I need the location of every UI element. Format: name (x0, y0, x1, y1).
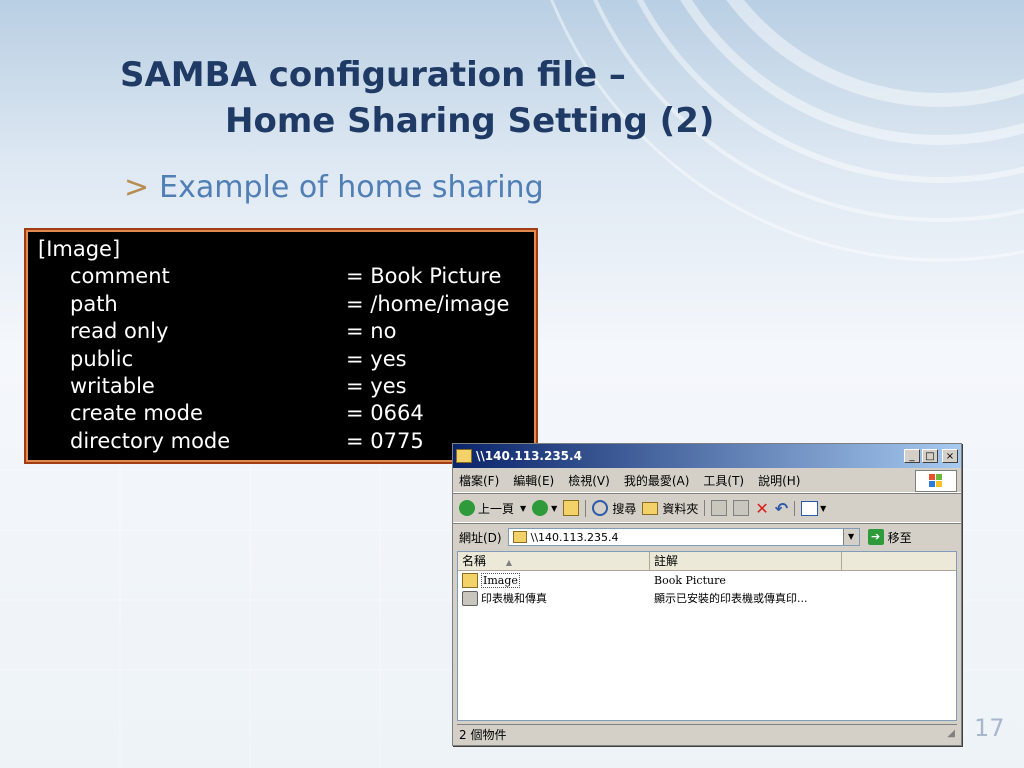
views-dropdown-icon[interactable]: ▼ (820, 504, 826, 513)
status-text: 2 個物件 (459, 728, 507, 742)
code-row: create mode = 0664 (38, 400, 536, 427)
address-value: \\140.113.235.4 (530, 530, 619, 544)
search-icon (592, 500, 609, 516)
code-value: = yes (346, 373, 407, 398)
address-dropdown-icon[interactable]: ▼ (842, 529, 859, 545)
menu-edit[interactable]: 編輯(E) (513, 472, 554, 489)
address-input[interactable]: \\140.113.235.4 ▼ (507, 528, 860, 546)
go-label: 移至 (887, 530, 912, 545)
item-comment: 顯示已安裝的印表機或傳真印... (654, 592, 808, 605)
config-code-block: [Image] comment = Book Picture path = /hom… (24, 228, 538, 464)
item-comment: Book Picture (654, 573, 726, 587)
column-header-name[interactable]: 名稱 ▲ (458, 552, 650, 570)
item-name: 印表機和傳真 (481, 592, 547, 605)
forward-dropdown-icon[interactable]: ▼ (551, 504, 557, 513)
column-header-empty (842, 552, 956, 570)
title-line-1: SAMBA configuration file – (120, 55, 626, 95)
back-dropdown-icon[interactable]: ▼ (520, 504, 526, 513)
menu-file[interactable]: 檔案(F) (459, 472, 499, 489)
menu-view[interactable]: 檢視(V) (568, 472, 610, 489)
address-bar: 網址(D) \\140.113.235.4 ▼ ➔ 移至 (453, 523, 961, 550)
menu-bar: 檔案(F) 編輯(E) 檢視(V) 我的最愛(A) 工具(T) 說明(H) (453, 468, 961, 493)
window-titlebar[interactable]: \\140.113.235.4 _ □ × (453, 444, 961, 468)
resize-grip-icon[interactable]: ◢ (947, 724, 955, 744)
code-value: = no (346, 319, 397, 344)
toolbar: 上一頁 ▼ ▼ 搜尋 資料夾 ✕ ↶ ▼ (453, 493, 961, 523)
column-comment-label: 註解 (654, 554, 679, 568)
back-label: 上一頁 (478, 501, 515, 516)
network-folder-icon (456, 449, 472, 463)
sort-ascending-icon: ▲ (505, 558, 512, 567)
copy-to-icon (733, 500, 750, 516)
undo-button[interactable]: ↶ (775, 499, 788, 518)
code-value: = /home/image (346, 291, 510, 316)
item-name: Image (481, 572, 520, 588)
address-label: 網址(D) (459, 530, 502, 545)
code-key: read only (70, 319, 169, 344)
bullet-item: > Example of home sharing (124, 170, 544, 205)
go-button[interactable]: ➔ 移至 (867, 529, 912, 546)
forward-arrow-icon (532, 500, 549, 516)
list-item[interactable]: 印表機和傳真 顯示已安裝的印表機或傳真印... (458, 589, 956, 607)
address-folder-icon (512, 531, 527, 543)
folder-icon (642, 501, 659, 515)
code-key: directory mode (70, 428, 231, 453)
delete-icon: ✕ (755, 498, 769, 518)
folders-button[interactable]: 資料夾 (642, 500, 698, 517)
code-key: path (70, 291, 118, 316)
code-value: = Book Picture (346, 264, 502, 289)
bullet-text: Example of home sharing (159, 170, 544, 205)
views-icon (801, 500, 819, 516)
search-label: 搜尋 (612, 501, 637, 516)
bullet-marker: > (124, 170, 150, 205)
list-item[interactable]: Image Book Picture (458, 571, 956, 589)
delete-button[interactable]: ✕ (755, 499, 768, 518)
back-arrow-icon (459, 500, 475, 516)
slide-title: SAMBA configuration file – Home Sharing … (120, 52, 714, 144)
explorer-window: \\140.113.235.4 _ □ × 檔案(F) 編輯(E) 檢視(V) … (452, 443, 962, 746)
code-value: = 0664 (346, 401, 424, 426)
windows-logo-icon (915, 470, 957, 492)
page-number: 17 (974, 714, 1005, 742)
code-key: create mode (70, 401, 203, 426)
title-line-2: Home Sharing Setting (2) (225, 101, 715, 141)
minimize-button[interactable]: _ (904, 449, 920, 463)
move-to-icon (711, 500, 728, 516)
code-row: comment = Book Picture (38, 263, 536, 290)
code-key: public (70, 346, 134, 371)
menu-tools[interactable]: 工具(T) (703, 472, 744, 489)
back-button[interactable]: 上一頁 ▼ (459, 500, 526, 517)
forward-button[interactable]: ▼ (532, 500, 557, 516)
code-row: writable = yes (38, 373, 536, 400)
column-name-label: 名稱 (462, 554, 487, 568)
maximize-button[interactable]: □ (922, 449, 938, 463)
code-key: comment (70, 264, 170, 289)
undo-icon: ↶ (774, 498, 789, 518)
menu-favorites[interactable]: 我的最愛(A) (624, 472, 690, 489)
code-key: writable (70, 373, 155, 398)
status-bar: 2 個物件 ◢ (457, 724, 957, 744)
column-header-comment[interactable]: 註解 (650, 552, 842, 570)
code-value: = 0775 (346, 428, 424, 453)
printer-icon (462, 590, 478, 606)
list-header: 名稱 ▲ 註解 (458, 552, 956, 571)
code-row: path = /home/image (38, 291, 536, 318)
code-row: public = yes (38, 346, 536, 373)
folders-label: 資料夾 (662, 501, 699, 516)
code-section-header: [Image] (38, 237, 121, 261)
search-button[interactable]: 搜尋 (585, 499, 637, 517)
window-title: \\140.113.235.4 (476, 449, 582, 463)
move-to-button[interactable] (704, 500, 728, 516)
shared-folder-icon (462, 572, 478, 588)
copy-to-button[interactable] (733, 500, 750, 516)
file-list: 名稱 ▲ 註解 Image Book Picture 印表機和傳真 顯示已安裝的… (457, 551, 957, 721)
menu-help[interactable]: 說明(H) (758, 472, 800, 489)
up-folder-icon (563, 500, 580, 516)
views-button[interactable]: ▼ (794, 500, 826, 516)
go-arrow-icon: ➔ (867, 529, 884, 545)
code-value: = yes (346, 346, 407, 371)
code-row: read only = no (38, 318, 536, 345)
close-button[interactable]: × (942, 449, 958, 463)
up-folder-button[interactable] (563, 500, 580, 516)
